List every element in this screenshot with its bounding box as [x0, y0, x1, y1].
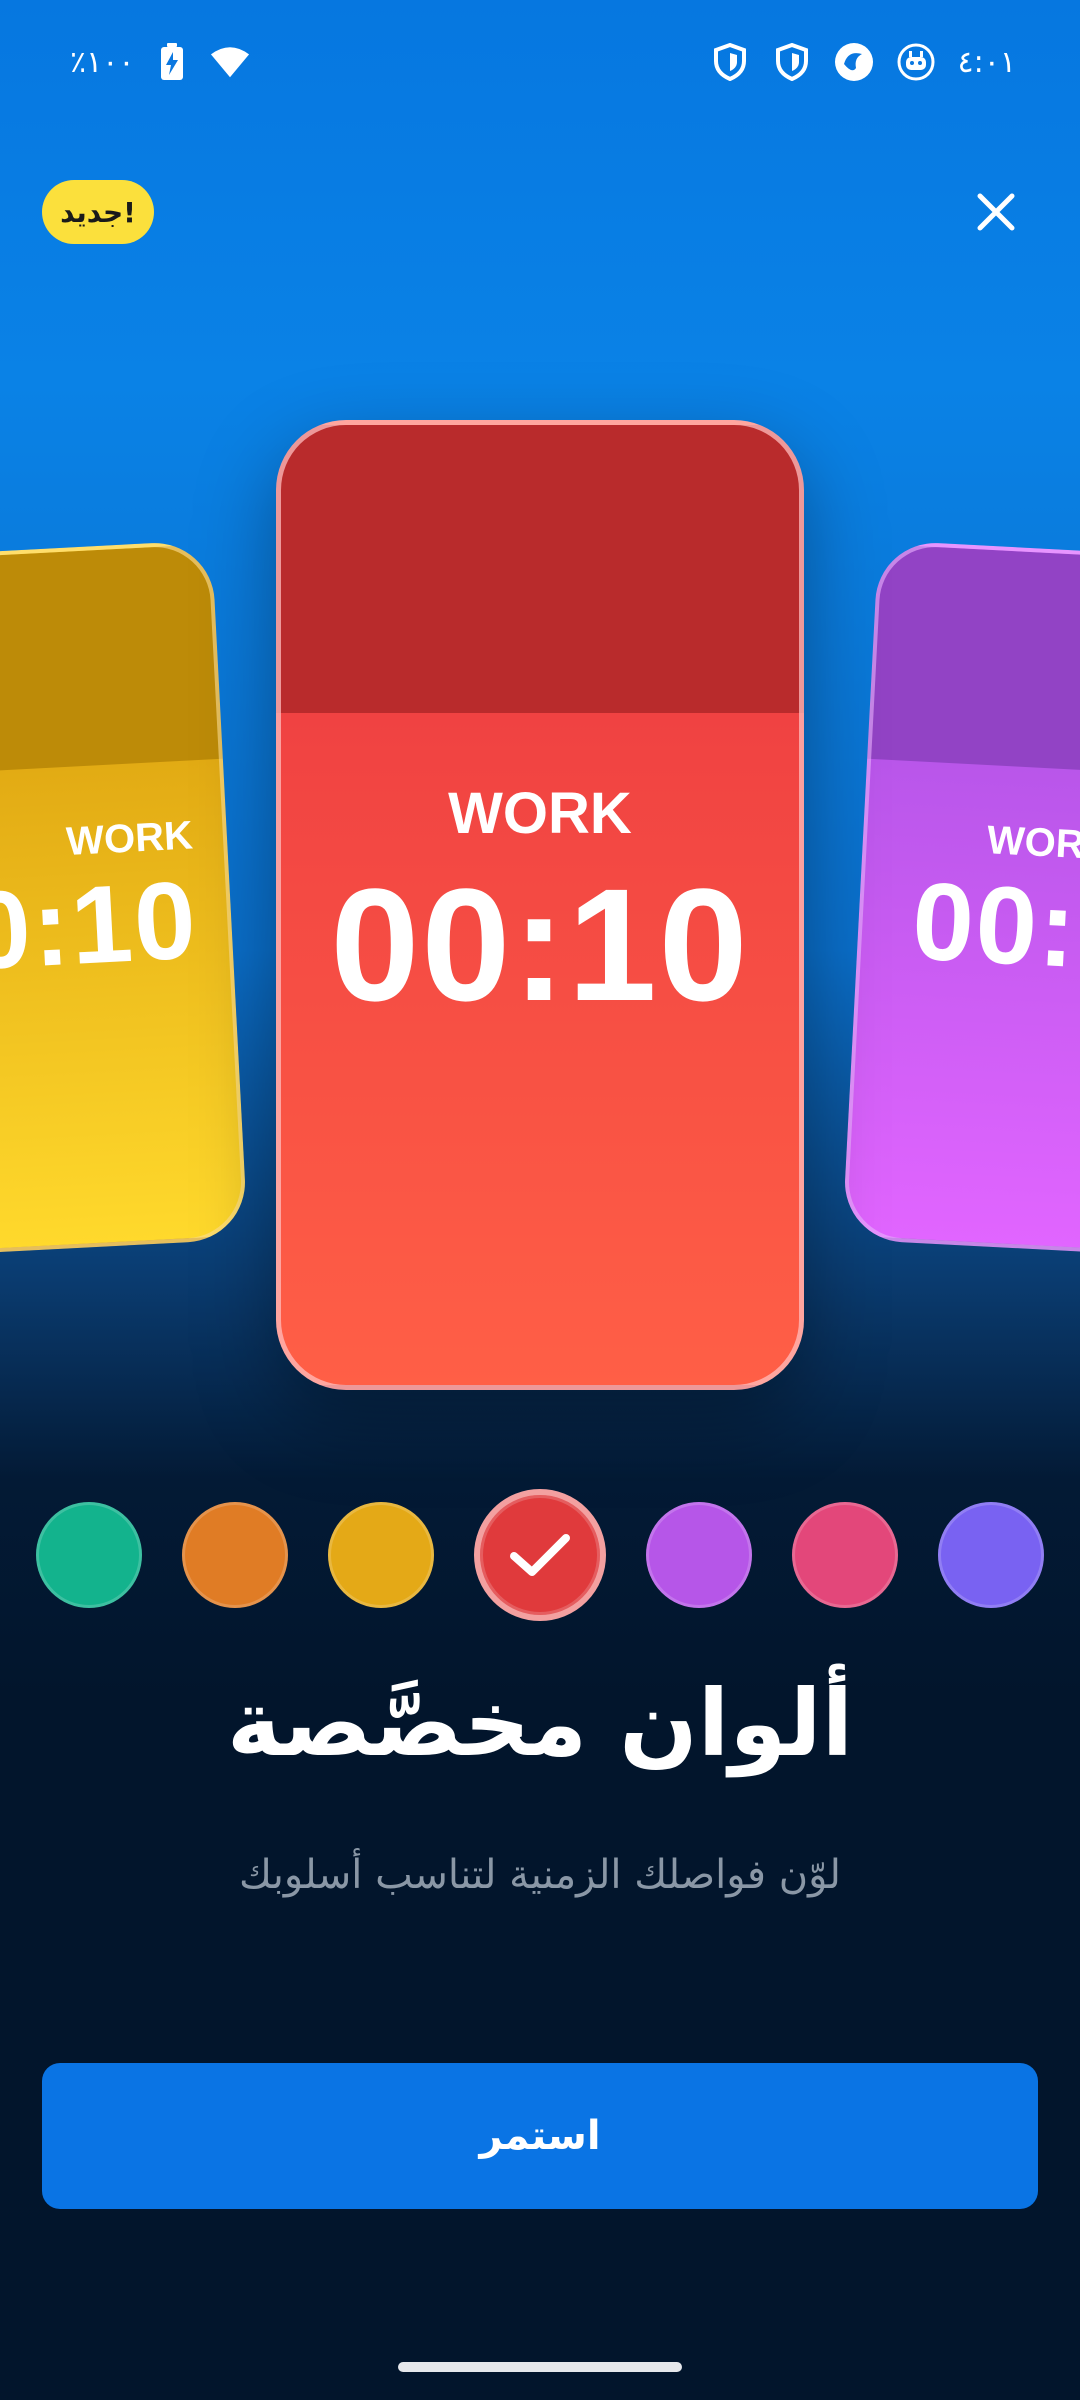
close-icon [977, 193, 1015, 231]
swatch-pink[interactable] [792, 1502, 898, 1608]
status-bar-left: ٪١٠٠ [70, 42, 250, 82]
swatch-violet[interactable] [938, 1502, 1044, 1608]
clock: ٤:٠١ [957, 44, 1016, 80]
shield-icon [772, 42, 812, 82]
swatch-purple[interactable] [646, 1502, 752, 1608]
battery-charging-icon [152, 42, 192, 82]
shield-icon [710, 42, 750, 82]
app-notification-icon [834, 42, 874, 82]
robot-icon [896, 42, 936, 82]
close-button[interactable] [966, 182, 1026, 242]
timer-card-yellow[interactable]: WORK 00:10 [0, 540, 249, 1260]
home-indicator[interactable] [398, 2362, 682, 2372]
page-subtitle: لوّن فواصلك الزمنية لتناسب أسلوبك [239, 1852, 841, 1898]
swatch-yellow[interactable] [328, 1502, 434, 1608]
continue-button[interactable]: استمر [42, 2063, 1038, 2209]
timer-card-red[interactable]: WORK 00:10 [276, 420, 804, 1390]
swatch-teal[interactable] [36, 1502, 142, 1608]
swatch-red[interactable] [474, 1489, 606, 1621]
new-badge: جديد! [42, 180, 154, 244]
card-label: WORK [985, 818, 1080, 869]
card-time: 00:10 [909, 859, 1080, 998]
card-label: WORK [65, 813, 194, 864]
checkmark-icon [510, 1534, 570, 1576]
screen: ٪١٠٠ ٤:٠١ جديد! WORK 00:10 WORK 00:10 WO… [0, 0, 1080, 2400]
status-bar-right: ٤:٠١ [710, 42, 1016, 82]
battery-percent: ٪١٠٠ [70, 44, 135, 80]
card-time: 00:10 [0, 858, 201, 997]
timer-card-purple[interactable]: WORK 00:10 [841, 540, 1080, 1260]
card-time: 00:10 [330, 855, 750, 1034]
swatch-orange[interactable] [182, 1502, 288, 1608]
card-label: WORK [448, 781, 632, 846]
wifi-icon [210, 42, 250, 82]
status-bar: ٪١٠٠ ٤:٠١ [0, 0, 1080, 130]
page-title: ألوان مخصَّصة [226, 1670, 854, 1777]
